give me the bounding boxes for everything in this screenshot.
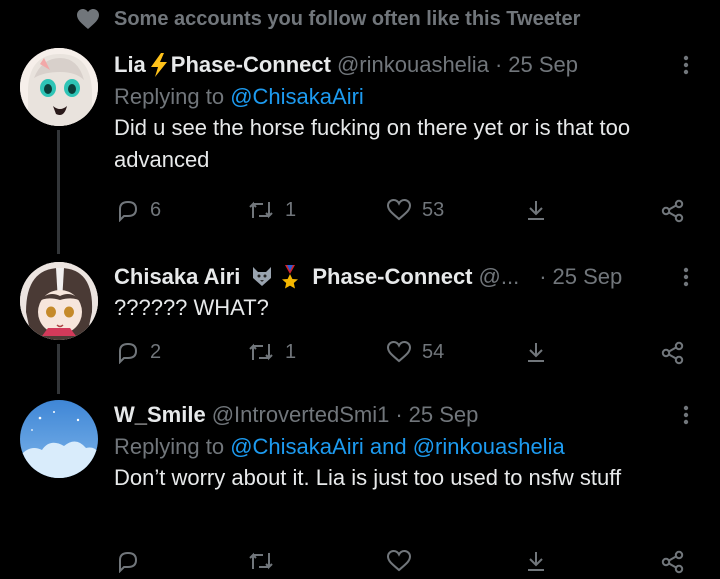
reply-button[interactable]: 6 (116, 198, 161, 222)
tweet-header: W_Smile @IntrovertedSmi1 · 25 Sep (114, 400, 680, 430)
bookmark-button[interactable] (524, 549, 548, 573)
separator-dot: · (494, 52, 503, 77)
like-count: 53 (422, 198, 445, 221)
avatar[interactable] (20, 262, 98, 340)
bookmark-button[interactable] (524, 198, 548, 222)
affiliation-label: Phase-Connect (312, 264, 473, 289)
tweet-header: Lia Phase-Connect @rinkouashelia · 25 Se… (114, 50, 680, 80)
retweet-icon (249, 343, 273, 361)
tweet-actions: 6 1 53 (0, 198, 684, 228)
social-context: Some accounts you follow often like this… (77, 6, 581, 32)
replying-to: Replying to @ChisakaAiri and @rinkouashe… (114, 434, 680, 460)
user-handle[interactable]: @IntrovertedSmi1 (212, 402, 390, 428)
avatar[interactable] (20, 400, 98, 478)
replying-prefix: Replying to (114, 84, 225, 109)
like-button[interactable] (386, 549, 412, 573)
tweet[interactable]: Chisaka Airi Phase-Connect @... · 25 Sep… (0, 256, 720, 394)
reply-icon (119, 342, 138, 364)
reply-button[interactable]: 2 (116, 340, 161, 364)
heart-icon (77, 9, 99, 29)
like-icon (386, 198, 412, 221)
like-icon (386, 549, 412, 572)
lightning-icon (148, 52, 170, 79)
separator-dot: · (539, 264, 547, 289)
share-button[interactable] (660, 549, 686, 575)
bookmark-icon (528, 552, 544, 571)
tweet-text: ?????? WHAT? (114, 295, 269, 320)
bookmark-icon (528, 201, 544, 220)
tweet-actions (0, 549, 684, 579)
tweet-timestamp[interactable]: 25 Sep (508, 52, 578, 78)
tweet-text: Don’t worry about it. Lia is just too us… (114, 465, 622, 490)
tweet[interactable]: Lia Phase-Connect @rinkouashelia · 25 Se… (0, 46, 720, 254)
retweet-button[interactable]: 1 (247, 340, 296, 364)
tweet[interactable]: W_Smile @IntrovertedSmi1 · 25 Sep Replyi… (0, 394, 720, 579)
share-button[interactable] (660, 340, 686, 366)
share-icon (661, 550, 684, 574)
like-button[interactable]: 53 (386, 198, 444, 222)
reply-icon (119, 551, 138, 573)
display-name[interactable]: Chisaka Airi (114, 264, 240, 290)
replying-to: Replying to @ChisakaAiri (114, 84, 680, 110)
user-handle[interactable]: @... (479, 264, 520, 290)
retweet-count: 1 (285, 198, 297, 221)
replying-to-link[interactable]: @ChisakaAiri (230, 84, 364, 109)
tweet-header: Chisaka Airi Phase-Connect @... · 25 Sep (114, 262, 680, 292)
display-name[interactable]: Lia (114, 52, 146, 78)
retweet-count: 1 (285, 340, 297, 363)
like-icon (386, 340, 412, 363)
reply-icon (119, 200, 138, 222)
affiliation-label: Phase-Connect (170, 52, 331, 77)
replying-to-link[interactable]: @ChisakaAiri and @rinkouashelia (230, 434, 565, 459)
share-icon (661, 341, 684, 365)
bookmark-icon (528, 343, 544, 362)
retweet-icon (249, 552, 273, 570)
wolf-icon (250, 264, 274, 290)
display-name[interactable]: W_Smile (114, 402, 206, 428)
more-icon[interactable] (676, 266, 696, 288)
tweet-timestamp[interactable]: 25 Sep (553, 264, 623, 290)
retweet-button[interactable] (247, 549, 275, 573)
replying-prefix: Replying to (114, 434, 225, 459)
tweet-text: Did u see the horse fucking on there yet… (114, 115, 631, 172)
medal-icon (280, 264, 300, 291)
retweet-icon (249, 201, 273, 219)
user-handle[interactable]: @rinkouashelia (337, 52, 489, 78)
separator-dot: · (395, 402, 403, 427)
bookmark-button[interactable] (524, 340, 548, 364)
share-icon (661, 199, 684, 223)
reply-button[interactable] (116, 549, 140, 573)
tweet-actions: 2 1 54 (0, 340, 684, 370)
tweet-timestamp[interactable]: 25 Sep (409, 402, 479, 428)
like-count: 54 (422, 340, 445, 363)
share-button[interactable] (660, 198, 686, 224)
social-context-text: Some accounts you follow often like this… (114, 7, 581, 30)
reply-count: 2 (150, 340, 162, 363)
reply-count: 6 (150, 198, 162, 221)
more-icon[interactable] (676, 54, 696, 76)
like-button[interactable]: 54 (386, 340, 444, 364)
more-icon[interactable] (676, 404, 696, 426)
retweet-button[interactable]: 1 (247, 198, 296, 222)
avatar[interactable] (20, 48, 98, 126)
thread-line (57, 130, 60, 254)
